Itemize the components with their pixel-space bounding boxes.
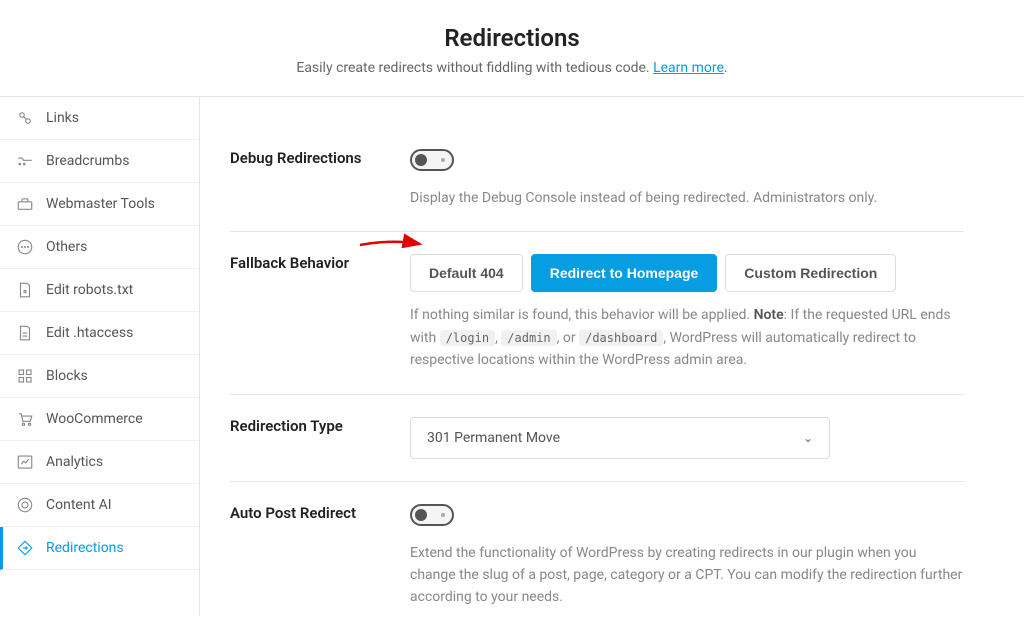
fallback-default-404-button[interactable]: Default 404 xyxy=(410,254,523,292)
blocks-icon xyxy=(16,367,34,385)
debug-redirections-desc: Display the Debug Console instead of bei… xyxy=(410,187,964,209)
sidebar-item-breadcrumbs[interactable]: Breadcrumbs xyxy=(0,140,199,183)
sidebar-item-blocks[interactable]: Blocks xyxy=(0,355,199,398)
ai-icon xyxy=(16,496,34,514)
fallback-behavior-label: Fallback Behavior xyxy=(230,254,410,371)
debug-redirections-label: Debug Redirections xyxy=(230,149,410,209)
cart-icon xyxy=(16,410,34,428)
fallback-custom-redirection-button[interactable]: Custom Redirection xyxy=(725,254,896,292)
page-title: Redirections xyxy=(0,24,1024,52)
fallback-behavior-desc: If nothing similar is found, this behavi… xyxy=(410,304,964,371)
file-robot-icon xyxy=(16,281,34,299)
fallback-behavior-group: Default 404 Redirect to Homepage Custom … xyxy=(410,254,964,292)
fallback-redirect-homepage-button[interactable]: Redirect to Homepage xyxy=(531,254,718,292)
page-subtitle: Easily create redirects without fiddling… xyxy=(0,60,1024,76)
redirection-type-select[interactable]: 301 Permanent Move ⌄ xyxy=(410,417,830,459)
sidebar-item-analytics[interactable]: Analytics xyxy=(0,441,199,484)
sidebar-item-others[interactable]: Others xyxy=(0,226,199,269)
learn-more-link[interactable]: Learn more xyxy=(653,60,724,76)
toolbox-icon xyxy=(16,195,34,213)
sidebar-item-robots[interactable]: Edit robots.txt xyxy=(0,269,199,312)
links-icon xyxy=(16,109,34,127)
breadcrumbs-icon xyxy=(16,152,34,170)
redirect-icon xyxy=(16,539,34,557)
sidebar-item-webmaster-tools[interactable]: Webmaster Tools xyxy=(0,183,199,226)
chevron-down-icon: ⌄ xyxy=(803,431,813,445)
analytics-icon xyxy=(16,453,34,471)
auto-post-redirect-desc: Extend the functionality of WordPress by… xyxy=(410,542,964,609)
sidebar: Links Breadcrumbs Webmaster Tools Others… xyxy=(0,97,200,616)
ellipsis-icon xyxy=(16,238,34,256)
auto-post-redirect-toggle[interactable] xyxy=(410,504,454,526)
auto-post-redirect-label: Auto Post Redirect xyxy=(230,504,410,609)
sidebar-item-links[interactable]: Links xyxy=(0,97,199,140)
settings-panel: Debug Redirections Display the Debug Con… xyxy=(200,97,1024,616)
sidebar-item-htaccess[interactable]: Edit .htaccess xyxy=(0,312,199,355)
sidebar-item-content-ai[interactable]: Content AI xyxy=(0,484,199,527)
sidebar-item-redirections[interactable]: Redirections xyxy=(0,527,199,570)
redirection-type-label: Redirection Type xyxy=(230,417,410,459)
sidebar-item-woocommerce[interactable]: WooCommerce xyxy=(0,398,199,441)
file-icon xyxy=(16,324,34,342)
debug-redirections-toggle[interactable] xyxy=(410,149,454,171)
